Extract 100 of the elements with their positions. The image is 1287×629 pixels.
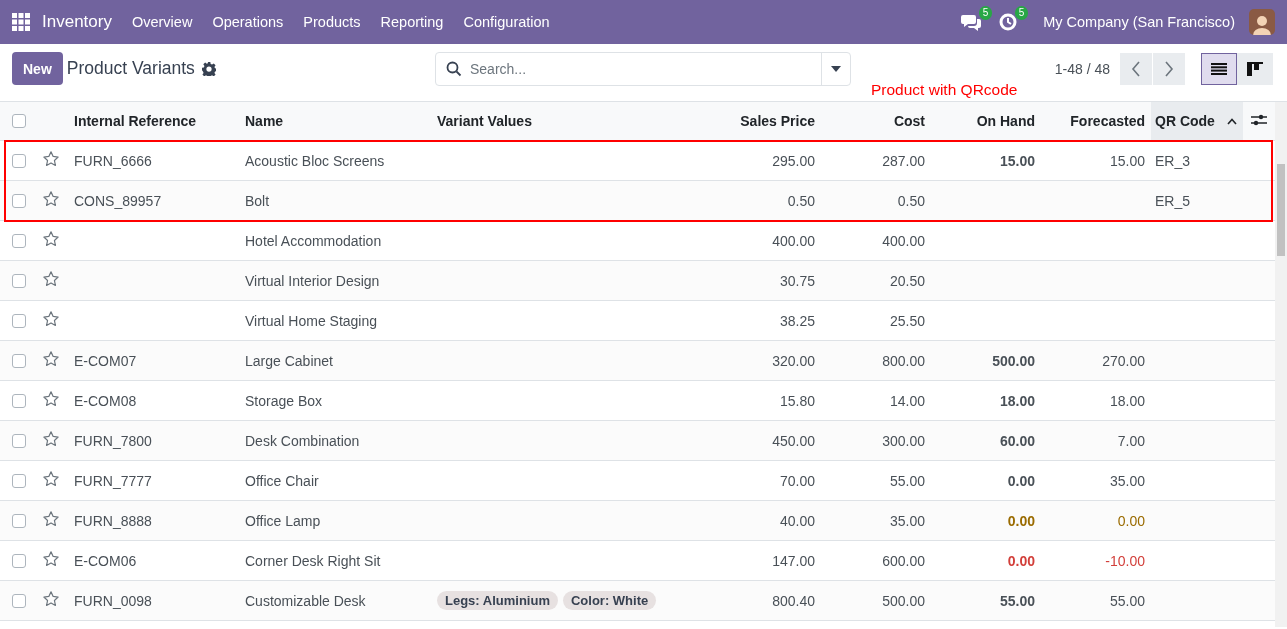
row-checkbox[interactable] (12, 353, 26, 368)
annotation-label: Product with QRcode (871, 81, 1018, 99)
row-checkbox[interactable] (12, 193, 26, 208)
row-checkbox[interactable] (12, 393, 26, 408)
cost-value: 55.00 (889, 472, 925, 489)
star-icon[interactable] (42, 190, 60, 208)
forecasted-quantity: 18.00 (1109, 392, 1145, 409)
chevron-right-icon (1164, 60, 1174, 77)
next-button[interactable] (1153, 52, 1185, 85)
clock-icon[interactable] (999, 13, 1018, 31)
menu-item[interactable]: Reporting (370, 14, 454, 30)
cost-value: 600.00 (882, 552, 925, 569)
internal-reference: CONS_89957 (74, 192, 162, 209)
chat-icon[interactable] (961, 13, 982, 31)
product-name: Customizable Desk (245, 592, 366, 609)
cost-value: 0.50 (897, 192, 925, 209)
star-icon[interactable] (42, 350, 60, 368)
star-icon[interactable] (42, 470, 60, 488)
new-button[interactable]: New (12, 52, 63, 85)
column-header[interactable]: Cost (893, 113, 925, 129)
on-hand-quantity: 15.00 (999, 152, 1035, 169)
internal-reference: FURN_7800 (74, 432, 152, 449)
sales-price: 295.00 (772, 152, 815, 169)
row-checkbox[interactable] (12, 433, 26, 448)
variant-tag: Legs: Aluminium (437, 591, 558, 610)
menu-item[interactable]: Products (293, 14, 371, 30)
cost-value: 287.00 (882, 152, 925, 169)
column-settings-icon[interactable] (1251, 112, 1267, 127)
row-checkbox[interactable] (12, 233, 26, 248)
star-icon[interactable] (42, 270, 60, 288)
star-icon[interactable] (42, 510, 60, 528)
product-name: Office Chair (245, 472, 319, 489)
menu-item[interactable]: Operations (202, 14, 294, 30)
select-all-checkbox[interactable] (12, 114, 26, 128)
internal-reference: E-COM07 (74, 352, 137, 369)
sales-price: 30.75 (779, 272, 815, 289)
cost-value: 800.00 (882, 352, 925, 369)
column-header[interactable]: Variant Values (437, 113, 532, 129)
internal-reference: E-COM06 (74, 552, 137, 569)
cost-value: 20.50 (889, 272, 925, 289)
internal-reference: FURN_0098 (74, 592, 152, 609)
cost-value: 400.00 (882, 232, 925, 249)
company-switcher[interactable]: My Company (San Francisco) (1043, 14, 1235, 30)
apps-menu-icon[interactable] (12, 13, 30, 31)
row-checkbox[interactable] (12, 313, 26, 328)
cost-value: 25.50 (889, 312, 925, 329)
star-icon[interactable] (42, 150, 60, 168)
on-hand-quantity: 18.00 (999, 392, 1035, 409)
kanban-view-button[interactable] (1237, 52, 1273, 85)
sort-ascending-icon[interactable] (1227, 117, 1237, 125)
row-checkbox[interactable] (12, 553, 26, 568)
star-icon[interactable] (42, 230, 60, 248)
column-header[interactable]: Sales Price (740, 113, 815, 129)
column-header[interactable]: Name (245, 113, 284, 129)
star-icon[interactable] (42, 430, 60, 448)
sales-price: 15.80 (779, 392, 815, 409)
menu-item[interactable]: Configuration (453, 14, 560, 30)
sales-price: 40.00 (779, 512, 815, 529)
list-icon (1211, 62, 1227, 75)
product-name: Acoustic Bloc Screens (245, 152, 385, 169)
menu-item[interactable]: Overview (121, 14, 203, 30)
qr-code-value: ER_5 (1155, 192, 1191, 209)
on-hand-quantity: 0.00 (1007, 512, 1035, 529)
row-checkbox[interactable] (12, 273, 26, 288)
on-hand-quantity: 0.00 (1007, 472, 1035, 489)
star-icon[interactable] (42, 550, 60, 568)
on-hand-quantity: 500.00 (992, 352, 1035, 369)
row-checkbox[interactable] (12, 153, 26, 168)
product-name: Large Cabinet (245, 352, 333, 369)
star-icon[interactable] (42, 390, 60, 408)
product-name: Desk Combination (245, 432, 360, 449)
search-field[interactable]: Search... (435, 51, 851, 86)
star-icon[interactable] (42, 310, 60, 328)
scrollbar[interactable] (1275, 102, 1287, 627)
row-checkbox[interactable] (12, 513, 26, 528)
product-name: Storage Box (245, 392, 323, 409)
settings-icon[interactable] (201, 61, 216, 76)
sales-price: 400.00 (772, 232, 815, 249)
list-view-button[interactable] (1201, 52, 1237, 85)
star-icon[interactable] (42, 590, 60, 608)
caret-icon[interactable] (831, 65, 841, 72)
row-checkbox[interactable] (12, 473, 26, 488)
cost-value: 300.00 (882, 432, 925, 449)
previous-button[interactable] (1120, 52, 1152, 85)
cost-value: 14.00 (889, 392, 925, 409)
on-hand-quantity: 55.00 (999, 592, 1035, 609)
internal-reference: FURN_8888 (74, 512, 152, 529)
row-checkbox[interactable] (12, 593, 26, 608)
search-icon (446, 60, 462, 77)
internal-reference: E-COM08 (74, 392, 137, 409)
sales-price: 70.00 (779, 472, 815, 489)
product-name: Corner Desk Right Sit (245, 552, 381, 569)
forecasted-quantity: 270.00 (1102, 352, 1145, 369)
pager-value[interactable]: 1-48 / 48 (1054, 60, 1110, 77)
search-input[interactable]: Search... (462, 60, 821, 77)
cost-value: 35.00 (889, 512, 925, 529)
page-title: Product Variants (66, 58, 195, 79)
product-name: Bolt (245, 192, 270, 209)
user-avatar[interactable] (1249, 9, 1275, 35)
app-name[interactable]: Inventory (30, 12, 122, 32)
